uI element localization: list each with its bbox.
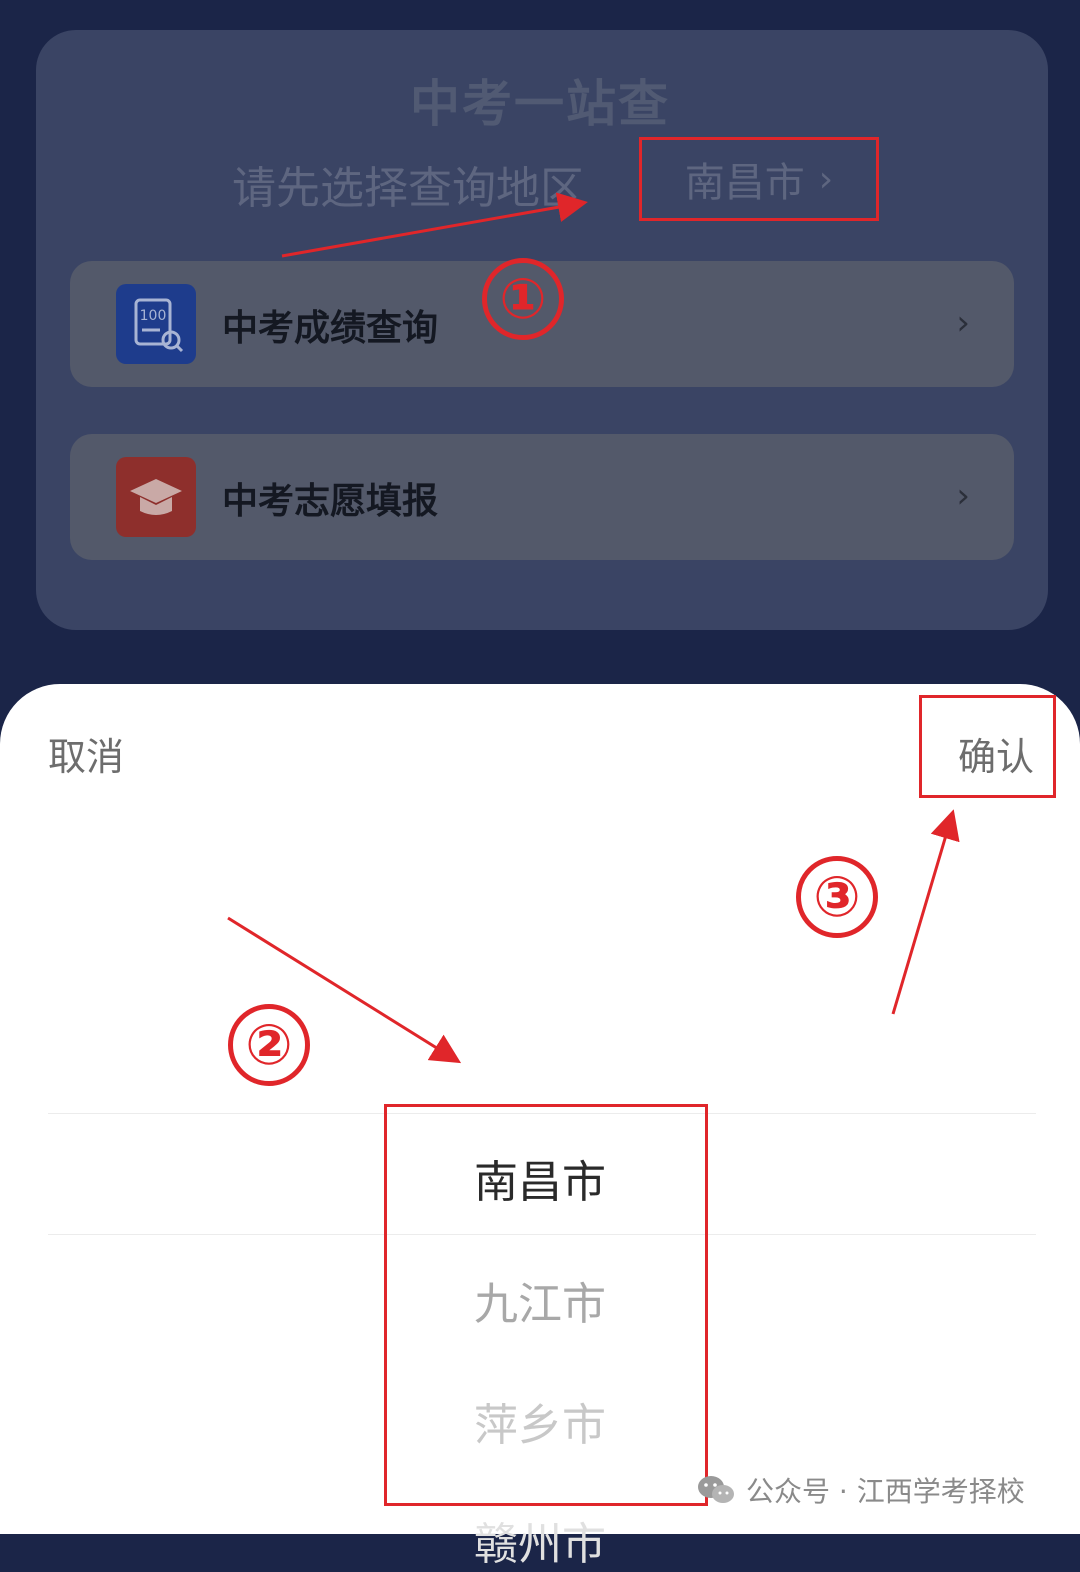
menu-item-application[interactable]: 中考志愿填报 ›	[70, 434, 1014, 560]
region-prompt: 请先选择查询地区	[232, 163, 584, 214]
annotation-step-3: ③	[796, 856, 878, 938]
score-report-icon: 100	[116, 284, 196, 364]
annotation-box-picker	[384, 1104, 708, 1506]
chevron-right-icon: ›	[956, 476, 970, 516]
wechat-icon	[698, 1476, 734, 1503]
chevron-right-icon: ›	[956, 303, 970, 343]
annotation-box-confirm	[919, 695, 1056, 798]
svg-text:100: 100	[140, 308, 167, 324]
picker-option[interactable]: 赣州市	[0, 1508, 1080, 1572]
graduation-cap-icon	[116, 457, 196, 537]
cancel-button[interactable]: 取消	[48, 726, 124, 781]
menu-item-label: 中考志愿填报	[222, 481, 439, 522]
watermark-text: 公众号 · 江西学考择校	[746, 1475, 1025, 1508]
menu-item-label: 中考成绩查询	[222, 308, 439, 349]
annotation-step-1: ①	[482, 258, 564, 340]
page-title: 中考一站查	[410, 75, 670, 133]
annotation-box-region	[639, 137, 879, 221]
watermark: 公众号 · 江西学考择校	[696, 1470, 1025, 1510]
background-page: 中考一站查 请先选择查询地区 南昌市 › 100 中考成绩查询 › 中考志愿填报…	[0, 0, 1080, 700]
annotation-step-2: ②	[228, 1004, 310, 1086]
